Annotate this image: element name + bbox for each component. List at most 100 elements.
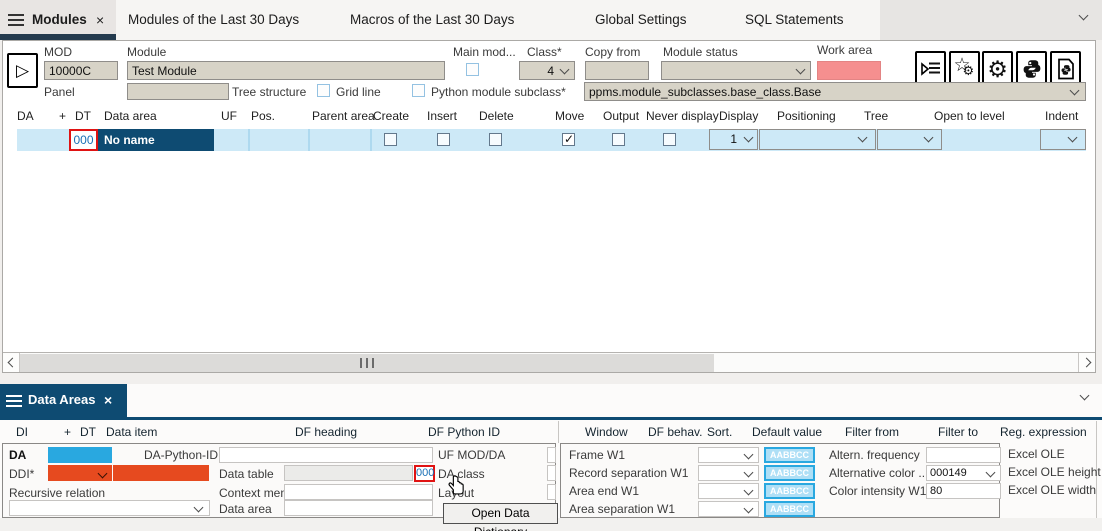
col-positioning[interactable]: Positioning xyxy=(777,109,836,123)
col-indent[interactable]: Indent xyxy=(1045,109,1078,123)
col-df-python-id[interactable]: DF Python ID xyxy=(428,425,500,439)
hamburger-icon[interactable] xyxy=(6,395,22,407)
tab-sql-statements[interactable]: SQL Statements xyxy=(745,12,844,27)
da-class-field[interactable] xyxy=(547,465,556,481)
col-insert[interactable]: Insert xyxy=(427,109,457,123)
col-plus[interactable]: + xyxy=(59,109,66,123)
horizontal-scrollbar[interactable] xyxy=(3,352,1095,372)
color-intensity-field[interactable]: 80 xyxy=(926,483,1001,499)
python-button[interactable] xyxy=(1016,51,1047,86)
col-create[interactable]: Create xyxy=(373,109,409,123)
tab-data-areas-label[interactable]: Data Areas xyxy=(28,392,95,407)
uf-mod-da-label: UF MOD/DA xyxy=(438,448,505,462)
da-label: DA xyxy=(9,448,26,462)
col-reg-expression[interactable]: Reg. expression xyxy=(1000,425,1087,439)
col-move[interactable]: Move xyxy=(555,109,584,123)
python-subclass-dropdown[interactable]: ppms.module_subclasses.base_class.Base xyxy=(584,82,1086,101)
tab-macros-last-30-days[interactable]: Macros of the Last 30 Days xyxy=(350,12,514,27)
da-field[interactable] xyxy=(48,447,112,463)
positioning-dropdown[interactable] xyxy=(759,129,876,150)
main-module-checkbox[interactable] xyxy=(466,63,479,76)
data-area-name-cell[interactable]: No name xyxy=(98,129,214,151)
recursive-relation-dropdown[interactable] xyxy=(9,500,210,516)
tab-modules-label[interactable]: Modules xyxy=(32,12,87,27)
star-settings-button[interactable]: ☆ ⚙ xyxy=(949,51,980,86)
context-menu-field[interactable] xyxy=(284,484,433,500)
insert-checkbox[interactable] xyxy=(437,133,450,146)
altern-frequency-field[interactable] xyxy=(926,447,1001,463)
col-dt[interactable]: DT xyxy=(80,425,96,439)
move-checkbox[interactable] xyxy=(562,133,575,146)
chevron-right-icon xyxy=(1082,358,1092,368)
scroll-right-button[interactable] xyxy=(1078,353,1095,372)
layout-field[interactable] xyxy=(547,484,556,500)
record-separation-color-swatch[interactable]: AABBCC xyxy=(764,465,815,481)
tree-outline-run-button[interactable] xyxy=(915,51,946,86)
col-df-behav[interactable]: DF behav. xyxy=(648,425,702,439)
cell-divider xyxy=(308,129,310,151)
scrollbar-thumb[interactable] xyxy=(20,354,714,372)
panel-field[interactable] xyxy=(127,83,229,100)
frame-color-swatch[interactable]: AABBCC xyxy=(764,447,815,463)
tab-global-settings[interactable]: Global Settings xyxy=(595,12,687,27)
col-di[interactable]: DI xyxy=(16,425,28,439)
output-checkbox[interactable] xyxy=(612,133,625,146)
col-plus[interactable]: + xyxy=(64,425,71,439)
run-module-button[interactable]: ▷ xyxy=(7,53,38,88)
close-icon[interactable]: × xyxy=(104,393,112,407)
col-dt[interactable]: DT xyxy=(75,109,91,123)
hamburger-icon[interactable] xyxy=(8,14,24,26)
col-data-item[interactable]: Data item xyxy=(106,425,157,439)
close-icon[interactable]: × xyxy=(96,13,104,27)
context-menu-label: Context menu xyxy=(219,486,294,500)
create-checkbox[interactable] xyxy=(384,133,397,146)
col-display[interactable]: Display xyxy=(719,109,758,123)
da-python-id-field[interactable] xyxy=(219,447,433,463)
tab-modules[interactable]: Modules × xyxy=(0,0,116,40)
area-end-color-swatch[interactable]: AABBCC xyxy=(764,483,815,499)
col-tree[interactable]: Tree xyxy=(864,109,888,123)
dt-cell[interactable]: 000 xyxy=(69,129,98,151)
python-subclass-checkbox[interactable] xyxy=(412,84,425,97)
ddi-field[interactable] xyxy=(113,465,209,481)
work-area-field[interactable] xyxy=(817,61,881,80)
col-never-display[interactable]: Never display xyxy=(646,109,719,123)
col-pos[interactable]: Pos. xyxy=(251,109,275,123)
never-display-checkbox[interactable] xyxy=(663,133,676,146)
col-open-to-level[interactable]: Open to level xyxy=(934,109,1005,123)
col-output[interactable]: Output xyxy=(603,109,639,123)
col-filter-from[interactable]: Filter from xyxy=(845,425,899,439)
chevron-down-icon[interactable] xyxy=(1080,391,1090,401)
python-file-icon xyxy=(1057,58,1075,80)
copy-from-field[interactable] xyxy=(585,61,649,80)
indent-dropdown[interactable] xyxy=(1040,129,1086,150)
col-data-area[interactable]: Data area xyxy=(104,109,157,123)
col-uf[interactable]: UF xyxy=(221,109,237,123)
frame-w1-label: Frame W1 xyxy=(569,448,625,462)
delete-checkbox[interactable] xyxy=(489,133,502,146)
data-table-label: Data table xyxy=(219,467,274,481)
tab-modules-last-30-days[interactable]: Modules of the Last 30 Days xyxy=(128,12,299,27)
col-delete[interactable]: Delete xyxy=(479,109,514,123)
data-table-field[interactable] xyxy=(284,465,413,481)
scroll-left-button[interactable] xyxy=(3,353,20,372)
module-status-dropdown[interactable] xyxy=(661,61,811,80)
data-area-field[interactable] xyxy=(284,500,433,516)
mod-field[interactable]: 10000C xyxy=(44,61,118,80)
grid-line-checkbox[interactable] xyxy=(317,84,330,97)
settings-button[interactable]: ⚙ xyxy=(982,51,1013,86)
area-separation-color-swatch[interactable]: AABBCC xyxy=(764,501,815,517)
tree-dropdown[interactable] xyxy=(877,129,942,150)
uf-mod-da-field[interactable] xyxy=(547,447,556,463)
python-file-button[interactable] xyxy=(1050,51,1081,86)
col-da[interactable]: DA xyxy=(17,109,34,123)
col-parent-area[interactable]: Parent area xyxy=(312,109,375,123)
module-name-field[interactable]: Test Module xyxy=(127,61,445,80)
col-sort[interactable]: Sort. xyxy=(707,425,732,439)
data-dictionary-link[interactable]: 000 xyxy=(414,465,435,482)
col-default-value[interactable]: Default value xyxy=(752,425,822,439)
col-filter-to[interactable]: Filter to xyxy=(938,425,978,439)
col-df-heading[interactable]: DF heading xyxy=(295,425,357,439)
col-window[interactable]: Window xyxy=(585,425,628,439)
tab-data-areas[interactable]: Data Areas × xyxy=(0,384,127,417)
